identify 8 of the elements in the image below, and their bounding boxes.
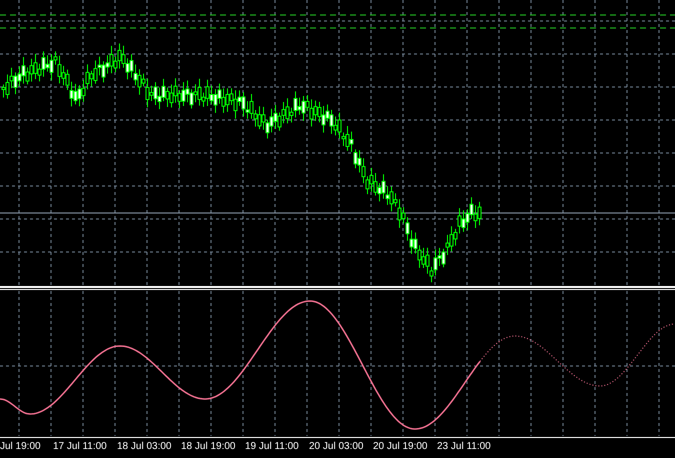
time-label: 18 Jul 03:00 [117, 441, 172, 452]
time-label: 20 Jul 03:00 [309, 441, 364, 452]
time-label: 20 Jul 19:00 [373, 441, 428, 452]
time-label: Jul 19:00 [0, 441, 41, 452]
time-label: 19 Jul 11:00 [245, 441, 299, 452]
time-label: 23 Jul 11:00 [437, 441, 491, 452]
time-label: 17 Jul 11:00 [53, 441, 107, 452]
time-label: 18 Jul 19:00 [181, 441, 236, 452]
